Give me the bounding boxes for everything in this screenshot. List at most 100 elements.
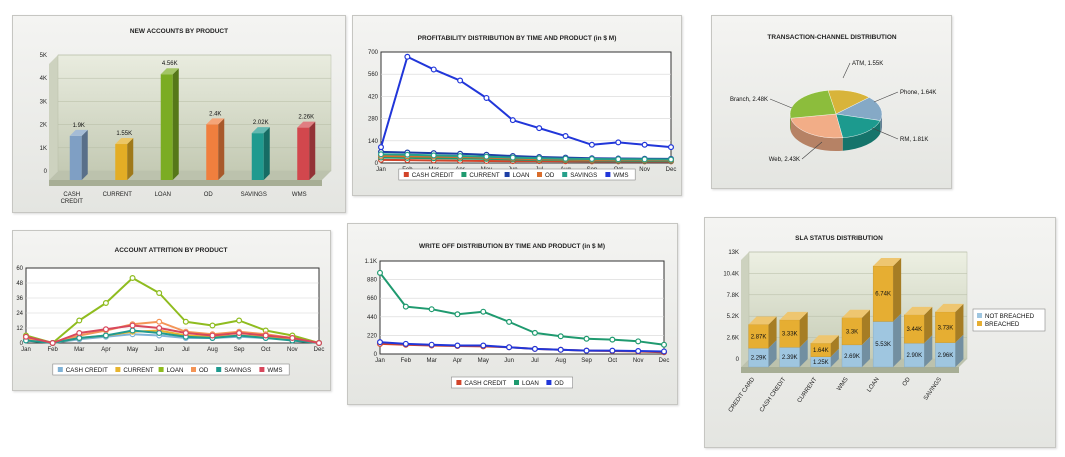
data-point bbox=[457, 77, 464, 84]
x-tick-label: Oct bbox=[261, 347, 271, 353]
x-tick-label: Nov bbox=[639, 167, 650, 173]
data-label: 5.53K bbox=[875, 342, 891, 348]
legend-swatch bbox=[158, 367, 164, 372]
x-tick-line: SAVINGS bbox=[241, 192, 267, 198]
x-tick-label: CASH CREDIT bbox=[759, 376, 787, 413]
data-point bbox=[316, 339, 323, 346]
data-point bbox=[531, 345, 538, 352]
x-tick-label: Apr bbox=[453, 358, 462, 364]
y-tick-label: 880 bbox=[367, 278, 378, 284]
y-tick-label: 24 bbox=[16, 311, 23, 317]
chart-title: PROFITABILITY DISTRIBUTION BY TIME AND P… bbox=[418, 35, 617, 42]
legend-swatch bbox=[216, 367, 222, 372]
data-point bbox=[129, 274, 136, 281]
x-tick-label: Jun bbox=[504, 358, 514, 364]
bar-side bbox=[893, 258, 902, 322]
x-tick-line: WMS bbox=[292, 192, 307, 198]
data-point bbox=[583, 347, 590, 354]
data-point bbox=[454, 311, 461, 318]
legend-swatch bbox=[191, 367, 196, 372]
account-attrition-chart-panel: ACCOUNT ATTRITION BY PRODUCT 0 12 24 36 48 60 J… bbox=[12, 230, 331, 391]
legend-label: WMS bbox=[613, 172, 628, 179]
chart-side-wall bbox=[741, 252, 749, 367]
bar-side bbox=[263, 127, 270, 180]
x-tick-label: Aug bbox=[555, 358, 566, 364]
bar-side bbox=[172, 68, 179, 180]
legend-label: OD bbox=[545, 172, 555, 179]
x-tick-label: CASH CREDIT bbox=[61, 192, 84, 205]
legend-label: WMS bbox=[267, 367, 282, 374]
bar-side bbox=[218, 118, 225, 180]
x-tick-label: Oct bbox=[608, 358, 618, 364]
x-tick-label: CURRENT bbox=[103, 192, 133, 198]
account-attrition-chart: ACCOUNT ATTRITION BY PRODUCT01224364860J… bbox=[16, 247, 325, 376]
y-tick-label: 420 bbox=[368, 94, 379, 100]
sla-status-chart-panel: SLA STATUS DISTRIBUTION 0 2.6K 5.2K 7.8K 10.4… bbox=[704, 217, 1056, 448]
data-point bbox=[156, 318, 163, 325]
data-point bbox=[668, 144, 675, 151]
slice-label: RM, 1.81K bbox=[900, 137, 928, 143]
chart-side-wall bbox=[49, 55, 58, 180]
data-point bbox=[102, 299, 109, 306]
data-point bbox=[480, 308, 487, 315]
legend-label: CURRENT bbox=[123, 367, 153, 374]
y-tick-label: 60 bbox=[16, 266, 23, 272]
chart-title: SLA STATUS DISTRIBUTION bbox=[795, 235, 883, 242]
y-tick-label: 2.6K bbox=[727, 336, 739, 342]
data-point bbox=[76, 334, 83, 341]
chart-back-wall bbox=[57, 54, 332, 172]
data-point bbox=[76, 329, 83, 336]
data-point bbox=[509, 117, 516, 124]
data-label: 2.96K bbox=[938, 353, 954, 359]
data-label: 2.69K bbox=[844, 354, 860, 360]
x-tick-label: Jun bbox=[154, 347, 164, 353]
legend-label: OD bbox=[199, 367, 209, 374]
data-label: 1.9K bbox=[73, 123, 85, 129]
data-point bbox=[454, 342, 461, 349]
x-tick-label: Mar bbox=[74, 347, 84, 353]
write-off-chart: WRITE OFF DISTRIBUTION BY TIME AND PRODU… bbox=[365, 243, 669, 389]
y-tick-label: 36 bbox=[16, 296, 23, 302]
data-point bbox=[402, 303, 409, 310]
y-tick-label: 13K bbox=[728, 250, 739, 256]
legend-label: SAVINGS bbox=[224, 367, 251, 374]
data-point bbox=[377, 339, 384, 346]
chart-title: WRITE OFF DISTRIBUTION BY TIME AND PRODU… bbox=[419, 243, 605, 250]
legend-swatch bbox=[977, 313, 982, 318]
data-label: 1.25K bbox=[813, 360, 829, 366]
data-point bbox=[129, 322, 136, 329]
y-tick-label: 660 bbox=[367, 296, 378, 302]
y-tick-label: 1K bbox=[40, 146, 47, 152]
chart-title: NEW ACCOUNTS BY PRODUCT bbox=[130, 28, 228, 35]
x-tick-label: Jul bbox=[531, 358, 539, 364]
x-tick-label: Dec bbox=[314, 347, 325, 353]
data-point bbox=[609, 336, 616, 343]
data-point bbox=[536, 155, 543, 162]
data-point bbox=[562, 155, 569, 162]
y-tick-label: 4K bbox=[40, 76, 47, 82]
data-label: 2.26K bbox=[298, 115, 314, 121]
chart-floor-edge bbox=[49, 180, 322, 186]
legend-swatch bbox=[57, 367, 63, 372]
legend-label: LOAN bbox=[167, 367, 184, 374]
data-point bbox=[236, 317, 243, 324]
data-label: 2.29K bbox=[751, 356, 767, 362]
data-point bbox=[156, 329, 163, 336]
legend-label: LOAN bbox=[513, 172, 530, 179]
chart-title: TRANSACTION-CHANNEL DISTRIBUTION bbox=[767, 34, 896, 41]
legend-label: CASH CREDIT bbox=[464, 380, 506, 387]
data-point bbox=[209, 332, 216, 339]
data-label: 2.87K bbox=[751, 334, 767, 340]
legend-swatch bbox=[514, 380, 519, 385]
data-point bbox=[377, 269, 384, 276]
data-point bbox=[483, 153, 490, 160]
legend-label: OD bbox=[554, 380, 564, 387]
x-tick-label: Sep bbox=[234, 347, 245, 353]
x-tick-line: OD bbox=[204, 192, 214, 198]
legend-label: LOAN bbox=[522, 380, 539, 387]
leader-line bbox=[842, 62, 851, 79]
data-label: 1.55K bbox=[116, 131, 132, 137]
bar bbox=[115, 144, 128, 180]
y-tick-label: 220 bbox=[367, 333, 378, 339]
data-point bbox=[156, 289, 163, 296]
